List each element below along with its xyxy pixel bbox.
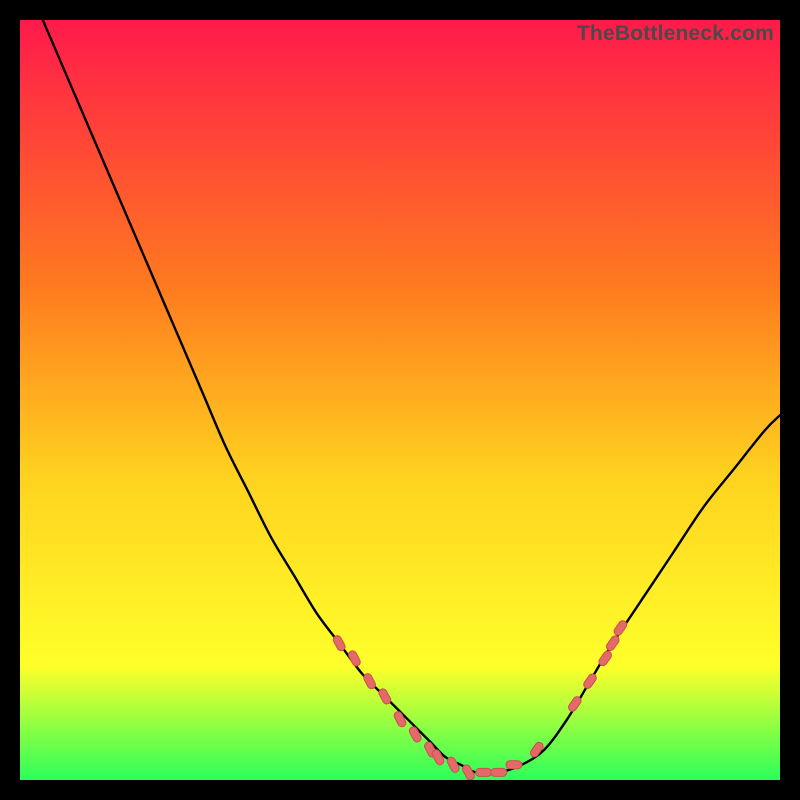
gradient-background [20,20,780,780]
bottleneck-chart [20,20,780,780]
curve-marker [476,768,492,776]
watermark-text: TheBottleneck.com [577,22,774,46]
curve-marker [506,761,522,769]
curve-marker [491,768,507,776]
chart-frame: TheBottleneck.com [20,20,780,780]
